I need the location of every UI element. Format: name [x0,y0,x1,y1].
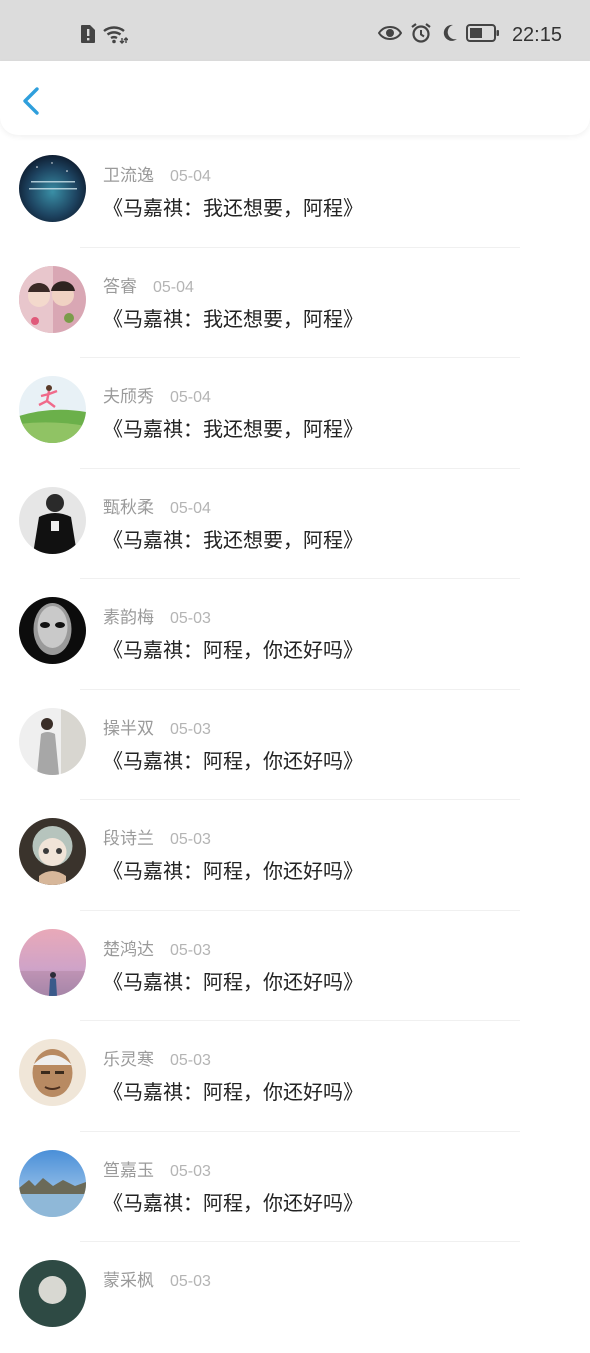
list-item[interactable]: 卫流逸 05-04 《马嘉祺：我还想要，阿程》 [0,137,590,248]
list-item[interactable]: 甄秋柔 05-04 《马嘉祺：我还想要，阿程》 [0,469,590,579]
avatar[interactable] [19,1149,86,1217]
item-meta: 楚鸿达 05-03 [103,935,211,960]
item-title[interactable]: 《马嘉祺：阿程，你还好吗》 [103,855,363,884]
item-meta: 答睿 05-04 [103,272,194,297]
avatar[interactable] [19,928,86,996]
message-list: 卫流逸 05-04 《马嘉祺：我还想要，阿程》 答睿 05-04 《马嘉祺：我还… [0,137,590,1353]
list-item[interactable]: 笪嘉玉 05-03 《马嘉祺：阿程，你还好吗》 [0,1132,590,1242]
moon-icon [440,23,458,47]
author-name[interactable]: 蒙采枫 [103,1266,154,1291]
item-title[interactable]: 《马嘉祺：阿程，你还好吗》 [103,966,363,995]
post-date: 05-03 [170,720,211,738]
item-meta: 素韵梅 05-03 [103,603,211,628]
avatar[interactable] [19,265,86,333]
chevron-left-icon [23,87,39,115]
avatar[interactable] [19,707,86,775]
item-title[interactable]: 《马嘉祺：我还想要，阿程》 [103,524,363,553]
item-meta: 操半双 05-03 [103,714,211,739]
item-title[interactable]: 《马嘉祺：我还想要，阿程》 [103,413,363,442]
author-name[interactable]: 楚鸿达 [103,935,154,960]
post-date: 05-03 [170,1273,211,1290]
item-title[interactable]: 《马嘉祺：阿程，你还好吗》 [103,1076,363,1105]
battery-icon [465,23,500,47]
nav-bar [0,61,590,135]
status-time: 22:15 [511,23,562,46]
list-item[interactable]: 蒙采枫 05-03 [0,1242,590,1353]
author-name[interactable]: 笪嘉玉 [103,1156,154,1181]
avatar[interactable] [19,818,86,885]
item-title[interactable]: 《马嘉祺：阿程，你还好吗》 [103,745,363,774]
list-item[interactable]: 答睿 05-04 《马嘉祺：我还想要，阿程》 [0,248,590,358]
item-title[interactable]: 《马嘉祺：我还想要，阿程》 [103,192,363,221]
sim-alert-icon [80,24,96,48]
avatar[interactable] [19,1260,86,1327]
author-name[interactable]: 段诗兰 [103,824,154,849]
list-item[interactable]: 操半双 05-03 《马嘉祺：阿程，你还好吗》 [0,690,590,800]
item-meta: 甄秋柔 05-04 [103,493,211,518]
post-date: 05-04 [170,389,211,406]
post-date: 05-03 [170,610,211,627]
list-item[interactable]: 素韵梅 05-03 《马嘉祺：阿程，你还好吗》 [0,579,590,690]
list-item[interactable]: 楚鸿达 05-03 《马嘉祺：阿程，你还好吗》 [0,911,590,1021]
author-name[interactable]: 答睿 [103,272,137,297]
avatar[interactable] [19,486,86,554]
item-meta: 蒙采枫 05-03 [103,1266,211,1291]
post-date: 05-03 [170,1162,211,1180]
alarm-icon [410,22,432,48]
list-item[interactable]: 乐灵寒 05-03 《马嘉祺：阿程，你还好吗》 [0,1021,590,1132]
wifi-icon [102,24,129,48]
status-left-icons [80,24,129,48]
author-name[interactable]: 操半双 [103,714,154,739]
status-bar: 22:15 [0,0,590,61]
list-item[interactable]: 段诗兰 05-03 《马嘉祺：阿程，你还好吗》 [0,800,590,911]
avatar[interactable] [19,376,86,443]
post-date: 05-04 [153,278,194,296]
post-date: 05-03 [170,1052,211,1069]
author-name[interactable]: 乐灵寒 [103,1045,154,1070]
item-title[interactable]: 《马嘉祺：我还想要，阿程》 [103,303,363,332]
avatar[interactable] [19,1039,86,1106]
post-date: 05-03 [170,831,211,848]
post-date: 05-03 [170,941,211,959]
item-title[interactable]: 《马嘉祺：阿程，你还好吗》 [103,1187,363,1216]
item-meta: 夫颀秀 05-04 [103,382,211,407]
back-button[interactable] [16,83,48,119]
item-meta: 卫流逸 05-04 [103,161,211,186]
author-name[interactable]: 卫流逸 [103,161,154,186]
eye-icon [377,24,403,46]
author-name[interactable]: 素韵梅 [103,603,154,628]
status-right-icons: 22:15 [377,22,562,48]
item-title[interactable]: 《马嘉祺：阿程，你还好吗》 [103,634,363,663]
author-name[interactable]: 夫颀秀 [103,382,154,407]
post-date: 05-04 [170,499,211,517]
author-name[interactable]: 甄秋柔 [103,493,154,518]
item-meta: 乐灵寒 05-03 [103,1045,211,1070]
item-meta: 段诗兰 05-03 [103,824,211,849]
avatar[interactable] [19,155,86,222]
post-date: 05-04 [170,168,211,185]
avatar[interactable] [19,597,86,664]
item-meta: 笪嘉玉 05-03 [103,1156,211,1181]
list-item[interactable]: 夫颀秀 05-04 《马嘉祺：我还想要，阿程》 [0,358,590,469]
